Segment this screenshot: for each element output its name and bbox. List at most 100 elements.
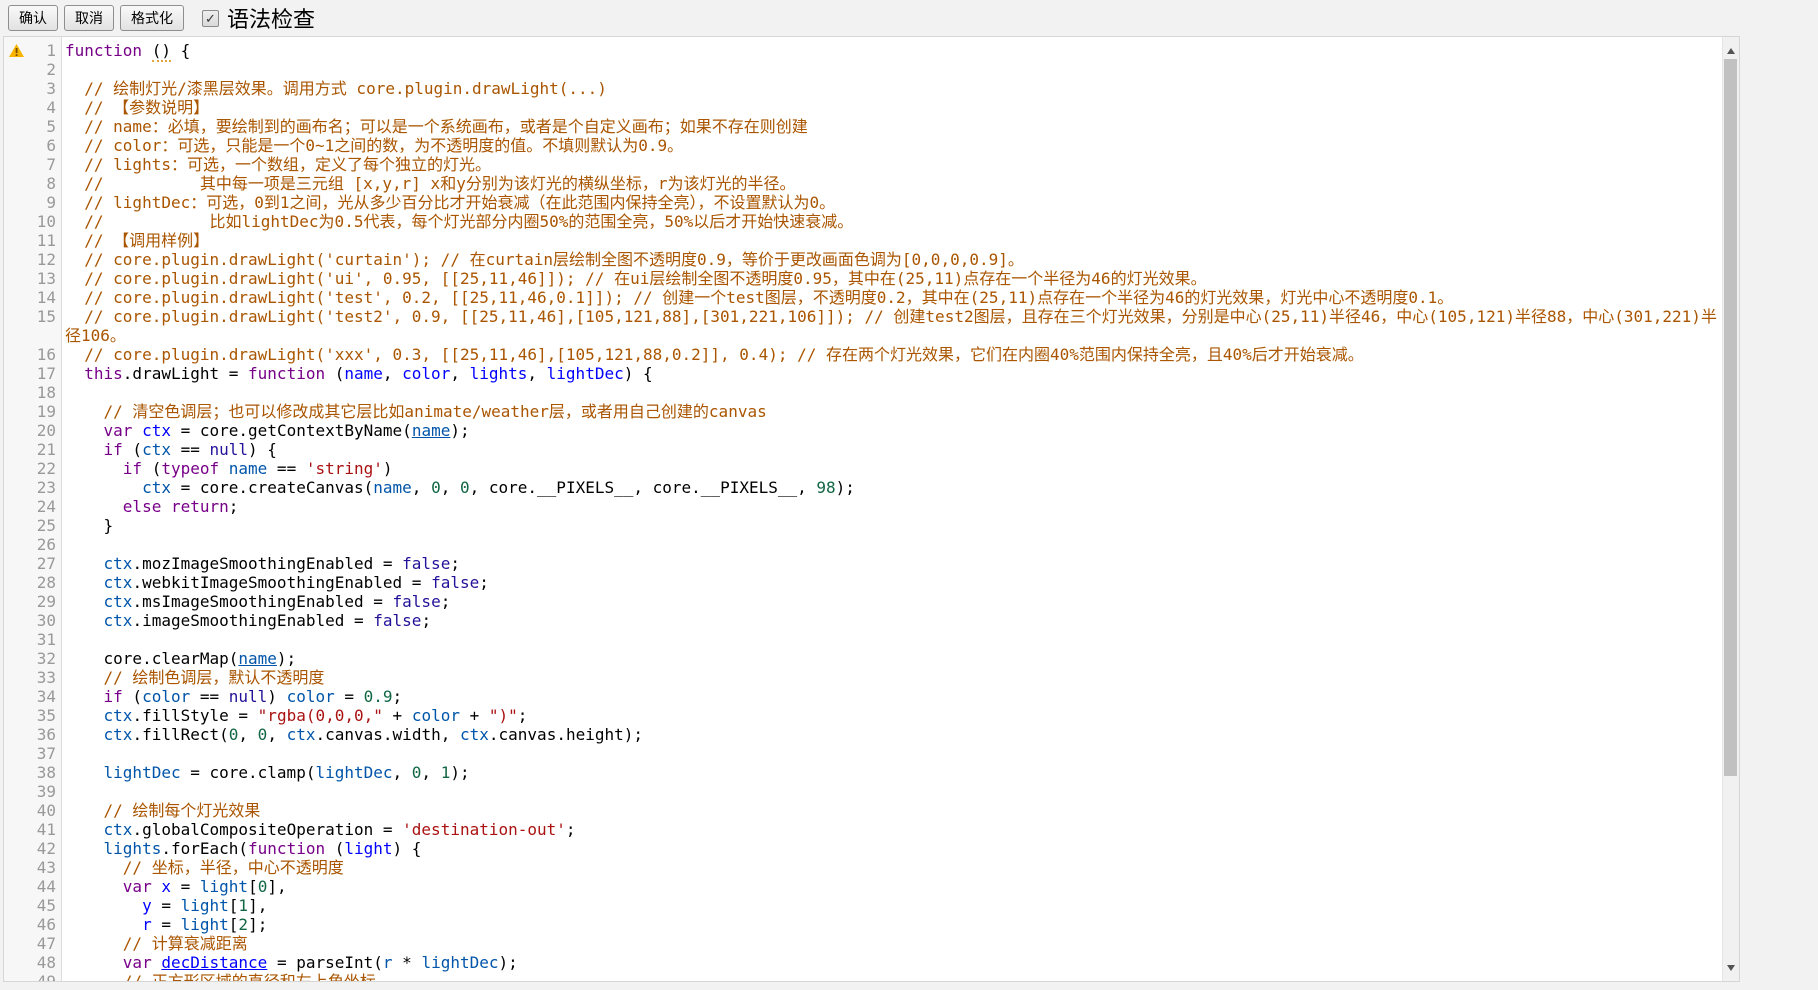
code-line[interactable]: 25 } [4,516,1722,535]
code-line[interactable]: 10 // 比如lightDec为0.5代表，每个灯光部分内圈50%的范围全亮，… [4,212,1722,231]
gutter-cell: 24 [4,497,62,516]
code-lines: 1function () {23 // 绘制灯光/漆黑层效果。调用方式 core… [4,41,1722,982]
code-line[interactable]: 34 if (color == null) color = 0.9; [4,687,1722,706]
code-line[interactable]: 19 // 清空色调层；也可以修改成其它层比如animate/weather层，… [4,402,1722,421]
syntax-check-checkbox[interactable]: ✓ [202,10,219,27]
gutter-cell: 10 [4,212,62,231]
code-line[interactable]: 6 // color：可选，只能是一个0~1之间的数，为不透明度的值。不填则默认… [4,136,1722,155]
code-line-text: // 清空色调层；也可以修改成其它层比如animate/weather层，或者用… [62,402,1722,421]
gutter-cell: 1 [4,41,62,60]
code-line[interactable]: 32 core.clearMap(name); [4,649,1722,668]
code-line[interactable]: 36 ctx.fillRect(0, 0, ctx.canvas.width, … [4,725,1722,744]
line-number: 41 [31,820,62,839]
line-number: 48 [31,953,62,972]
line-number: 35 [31,706,62,725]
code-line[interactable]: 31 [4,630,1722,649]
lint-marker-empty [4,820,31,839]
code-line[interactable]: 42 lights.forEach(function (light) { [4,839,1722,858]
code-line[interactable]: 21 if (ctx == null) { [4,440,1722,459]
line-number: 45 [31,896,62,915]
code-line-text: this.drawLight = function (name, color, … [62,364,1722,383]
code-line[interactable]: 43 // 坐标，半径，中心不透明度 [4,858,1722,877]
code-line[interactable]: 35 ctx.fillStyle = "rgba(0,0,0," + color… [4,706,1722,725]
line-number: 28 [31,573,62,592]
code-line[interactable]: 44 var x = light[0], [4,877,1722,896]
code-line[interactable]: 22 if (typeof name == 'string') [4,459,1722,478]
code-line[interactable]: 4 // 【参数说明】 [4,98,1722,117]
code-line[interactable]: 17 this.drawLight = function (name, colo… [4,364,1722,383]
confirm-button[interactable]: 确认 [8,5,58,31]
code-line[interactable]: 41 ctx.globalCompositeOperation = 'desti… [4,820,1722,839]
scroll-up-arrow-icon[interactable] [1723,42,1739,59]
code-line[interactable]: 16 // core.plugin.drawLight('xxx', 0.3, … [4,345,1722,364]
code-line[interactable]: 20 var ctx = core.getContextByName(name)… [4,421,1722,440]
lint-marker-empty [4,706,31,725]
code-line[interactable]: 13 // core.plugin.drawLight('ui', 0.95, … [4,269,1722,288]
gutter-cell: 31 [4,630,62,649]
gutter-cell: 13 [4,269,62,288]
code-line-text: ctx = core.createCanvas(name, 0, 0, core… [62,478,1722,497]
code-line-text: // 其中每一项是三元组 [x,y,r] x和y分别为该灯光的横纵坐标，r为该灯… [62,174,1722,193]
code-line[interactable]: 38 lightDec = core.clamp(lightDec, 0, 1)… [4,763,1722,782]
code-line-text: core.clearMap(name); [62,649,1722,668]
code-line[interactable]: 9 // lightDec：可选，0到1之间，光从多少百分比才开始衰减（在此范围… [4,193,1722,212]
code-line[interactable]: 39 [4,782,1722,801]
lint-marker-empty [4,288,31,307]
scroll-down-arrow-icon[interactable] [1723,959,1739,976]
code-line-text: ctx.globalCompositeOperation = 'destinat… [62,820,1722,839]
line-number: 6 [31,136,62,155]
vertical-scrollbar[interactable] [1722,37,1739,981]
line-number: 21 [31,440,62,459]
code-line[interactable]: 49 // 正方形区域的直径和左上角坐标 [4,972,1722,982]
code-line[interactable]: 45 y = light[1], [4,896,1722,915]
code-line[interactable]: 47 // 计算衰减距离 [4,934,1722,953]
lint-marker-empty [4,649,31,668]
code-line[interactable]: 14 // core.plugin.drawLight('test', 0.2,… [4,288,1722,307]
code-line-text: // lightDec：可选，0到1之间，光从多少百分比才开始衰减（在此范围内保… [62,193,1722,212]
lint-marker-empty [4,915,31,934]
line-number: 10 [31,212,62,231]
lint-marker-empty [4,535,31,554]
code-line[interactable]: 2 [4,60,1722,79]
lint-marker-empty [4,725,31,744]
code-line[interactable]: 28 ctx.webkitImageSmoothingEnabled = fal… [4,573,1722,592]
format-button[interactable]: 格式化 [120,5,184,31]
lint-marker-empty [4,364,31,383]
code-line[interactable]: 11 // 【调用样例】 [4,231,1722,250]
gutter-cell: 26 [4,535,62,554]
code-line[interactable]: 5 // name：必填，要绘制到的画布名；可以是一个系统画布，或者是个自定义画… [4,117,1722,136]
lint-marker-empty [4,478,31,497]
code-line-text: if (ctx == null) { [62,440,1722,459]
code-line-text: // 【参数说明】 [62,98,1722,117]
gutter-cell: 38 [4,763,62,782]
line-number: 26 [31,535,62,554]
code-line[interactable]: 29 ctx.msImageSmoothingEnabled = false; [4,592,1722,611]
code-line[interactable]: 37 [4,744,1722,763]
scrollbar-thumb[interactable] [1724,59,1737,776]
code-line[interactable]: 18 [4,383,1722,402]
code-line[interactable]: 33 // 绘制色调层，默认不透明度 [4,668,1722,687]
code-line[interactable]: 48 var decDistance = parseInt(r * lightD… [4,953,1722,972]
code-line[interactable]: 27 ctx.mozImageSmoothingEnabled = false; [4,554,1722,573]
lint-marker-empty [4,972,31,982]
lint-marker-empty [4,79,31,98]
code-line[interactable]: 26 [4,535,1722,554]
gutter-cell: 40 [4,801,62,820]
code-line[interactable]: 3 // 绘制灯光/漆黑层效果。调用方式 core.plugin.drawLig… [4,79,1722,98]
lint-marker-empty [4,516,31,535]
code-line[interactable]: 7 // lights：可选，一个数组，定义了每个独立的灯光。 [4,155,1722,174]
code-line[interactable]: 15 // core.plugin.drawLight('test2', 0.9… [4,307,1722,345]
code-line-text: ctx.webkitImageSmoothingEnabled = false; [62,573,1722,592]
code-line[interactable]: 46 r = light[2]; [4,915,1722,934]
code-line[interactable]: 30 ctx.imageSmoothingEnabled = false; [4,611,1722,630]
code-line[interactable]: 40 // 绘制每个灯光效果 [4,801,1722,820]
code-line[interactable]: 12 // core.plugin.drawLight('curtain'); … [4,250,1722,269]
code-line[interactable]: 1function () { [4,41,1722,60]
code-editor[interactable]: 1function () {23 // 绘制灯光/漆黑层效果。调用方式 core… [3,36,1740,982]
cancel-button[interactable]: 取消 [64,5,114,31]
line-number: 43 [31,858,62,877]
code-line[interactable]: 8 // 其中每一项是三元组 [x,y,r] x和y分别为该灯光的横纵坐标，r为… [4,174,1722,193]
code-line[interactable]: 24 else return; [4,497,1722,516]
code-line-text: ctx.fillRect(0, 0, ctx.canvas.width, ctx… [62,725,1722,744]
code-line[interactable]: 23 ctx = core.createCanvas(name, 0, 0, c… [4,478,1722,497]
